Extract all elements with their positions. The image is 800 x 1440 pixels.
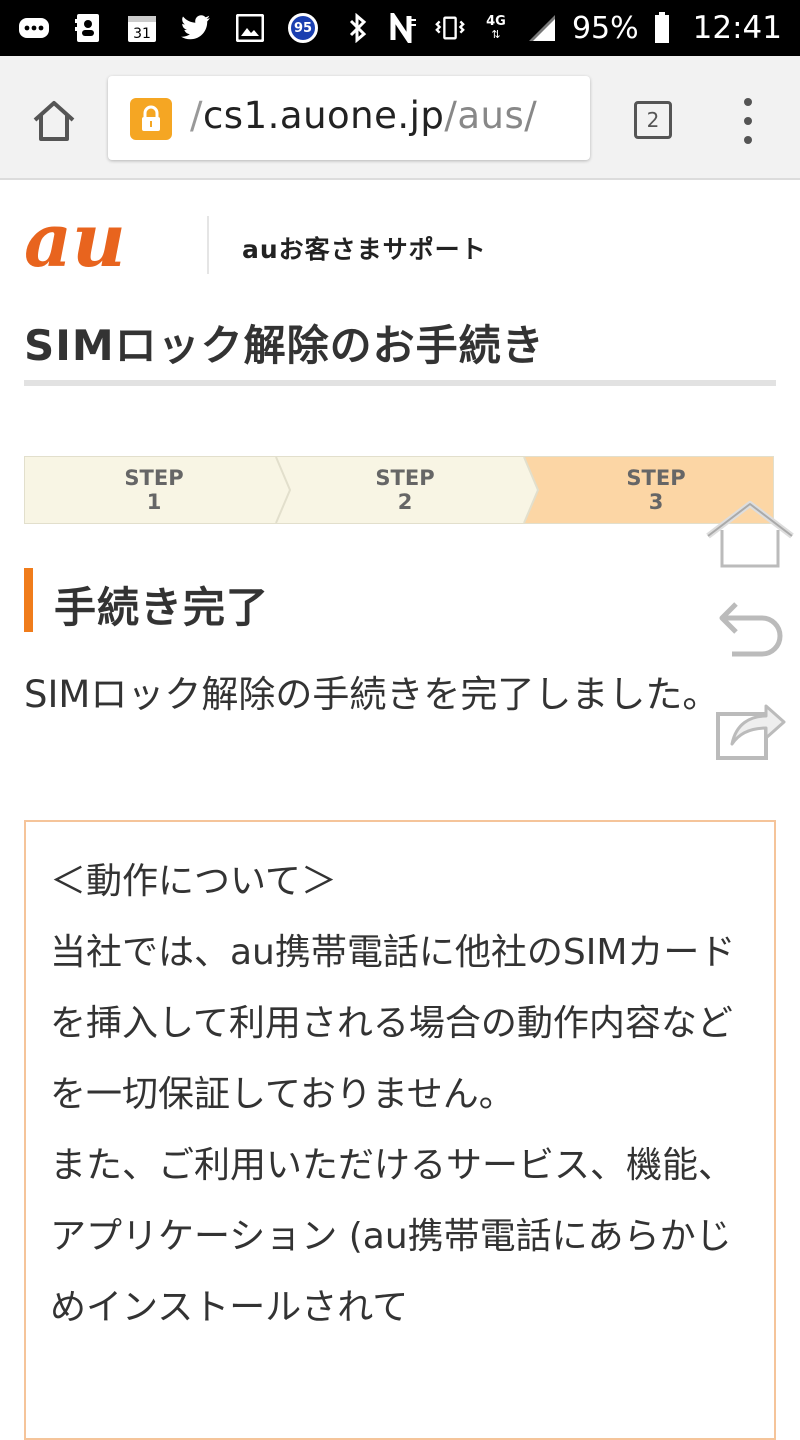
data-arrows-icon: ⇅ [491, 28, 501, 41]
twitter-icon [180, 12, 212, 44]
header-divider [207, 216, 209, 274]
au-logo[interactable]: au [24, 210, 174, 280]
notification-badge: 95 [288, 13, 318, 43]
page-title: SIMロック解除のお手続き [24, 321, 545, 370]
support-title[interactable]: auお客さまサポート [242, 230, 487, 266]
step-2-label: STEP [375, 466, 435, 490]
site-header: au auお客さまサポート [24, 210, 784, 280]
float-home-button[interactable] [704, 500, 796, 570]
url-bar[interactable]: /cs1.auone.jp/aus/ [108, 76, 590, 160]
overflow-menu-button[interactable] [738, 98, 758, 144]
url-domain: cs1.auone.jp [202, 94, 445, 137]
clock: 12:41 [692, 10, 782, 46]
share-icon [716, 704, 786, 760]
step-1-label: STEP [124, 466, 184, 490]
lock-icon [130, 98, 172, 140]
float-share-button[interactable] [714, 696, 788, 762]
menu-dot [744, 117, 752, 125]
back-arrow-icon [719, 602, 783, 657]
home-icon [33, 101, 75, 141]
calendar-icon: 31 [126, 12, 158, 44]
messages-icon [18, 12, 50, 44]
title-underline [24, 380, 776, 386]
signal-icon [526, 12, 558, 44]
section-title: 手続き完了 [54, 583, 270, 632]
step-3-number: 3 [648, 490, 664, 514]
section-accent-bar [24, 568, 33, 632]
url-text: /cs1.auone.jp/aus/ [190, 94, 537, 137]
step-indicator: STEP 1 STEP 2 STEP 3 [24, 456, 774, 524]
battery-icon [653, 12, 671, 44]
notice-text: ＜動作について＞ 当社では、au携帯電話に他社のSIMカードを挿入して利用される… [50, 861, 736, 1328]
network-type: 4G ⇅ [480, 12, 512, 44]
notice-box: ＜動作について＞ 当社では、au携帯電話に他社のSIMカードを挿入して利用される… [24, 820, 776, 1440]
contacts-icon [72, 12, 104, 44]
home-icon [706, 501, 794, 568]
completion-message: SIMロック解除の手続きを完了しました。 [24, 673, 720, 716]
network-type-label: 4G [486, 14, 506, 29]
url-prefix: / [190, 94, 203, 137]
nfc-icon [388, 12, 420, 44]
status-bar: 31 95 4G ⇅ 95% 12:41 [0, 0, 800, 56]
calendar-day: 31 [133, 26, 151, 42]
gallery-icon [234, 12, 266, 44]
float-back-button[interactable] [716, 598, 788, 666]
vibrate-icon [434, 12, 466, 44]
step-1-number: 1 [146, 490, 162, 514]
browser-toolbar: /cs1.auone.jp/aus/ 2 [0, 56, 800, 180]
step-3-label: STEP [626, 466, 686, 490]
tab-switcher-button[interactable]: 2 [634, 101, 672, 139]
url-path: /aus/ [444, 94, 538, 137]
bluetooth-icon [342, 12, 374, 44]
battery-percent: 95% [571, 10, 639, 46]
step-2-number: 2 [397, 490, 413, 514]
menu-dot [744, 136, 752, 144]
step-1: STEP 1 [94, 466, 214, 514]
menu-dot [744, 98, 752, 106]
home-button[interactable] [30, 98, 78, 142]
step-2: STEP 2 [345, 466, 465, 514]
au-logo-text: au [24, 210, 126, 280]
step-3: STEP 3 [596, 466, 716, 514]
